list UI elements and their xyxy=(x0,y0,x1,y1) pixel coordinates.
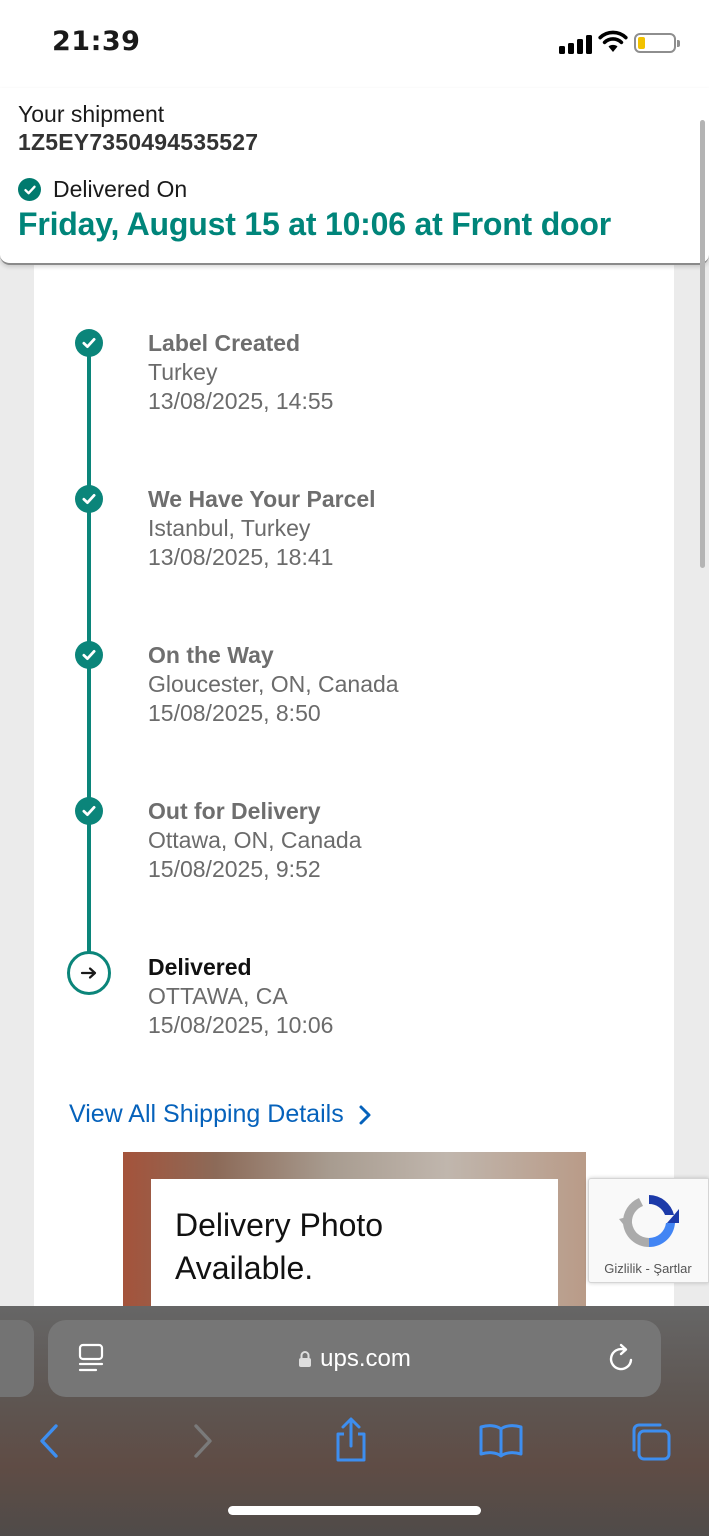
step-check-icon xyxy=(75,329,103,357)
delivered-status-row: Delivered On xyxy=(18,176,187,203)
shipment-header: Your shipment 1Z5EY7350494535527 Deliver… xyxy=(0,88,709,265)
step-datetime: 15/08/2025, 8:50 xyxy=(148,700,321,726)
check-circle-icon xyxy=(18,178,41,201)
timeline-step: Label Created Turkey 13/08/2025, 14:55 xyxy=(148,329,333,416)
address-bar[interactable]: ups.com xyxy=(48,1320,661,1397)
step-location: Ottawa, ON, Canada xyxy=(148,827,362,853)
share-icon[interactable] xyxy=(332,1416,370,1464)
wifi-icon xyxy=(598,30,628,52)
delivered-on-label: Delivered On xyxy=(53,176,188,202)
step-datetime: 13/08/2025, 18:41 xyxy=(148,544,334,570)
status-time: 21:39 xyxy=(52,26,141,57)
timeline-step: We Have Your Parcel Istanbul, Turkey 13/… xyxy=(148,485,376,572)
step-datetime: 15/08/2025, 9:52 xyxy=(148,856,321,882)
step-datetime: 13/08/2025, 14:55 xyxy=(148,388,334,414)
home-indicator[interactable] xyxy=(228,1506,481,1515)
url-display[interactable]: ups.com xyxy=(48,1320,661,1397)
lock-icon xyxy=(299,1350,312,1367)
reload-icon[interactable] xyxy=(607,1342,637,1374)
delivery-photo[interactable]: Delivery Photo Available. xyxy=(123,1152,586,1312)
recaptcha-logo-icon xyxy=(619,1195,679,1248)
step-arrow-icon xyxy=(67,951,111,995)
step-check-icon xyxy=(75,641,103,669)
view-all-label: View All Shipping Details xyxy=(69,1100,344,1128)
battery-icon xyxy=(634,33,680,53)
timeline-step: Out for Delivery Ottawa, ON, Canada 15/0… xyxy=(148,797,362,884)
step-check-icon xyxy=(75,485,103,513)
step-title: We Have Your Parcel xyxy=(148,486,376,512)
forward-icon[interactable] xyxy=(190,1423,216,1459)
timeline-step-current: Delivered OTTAWA, CA 15/08/2025, 10:06 xyxy=(148,953,333,1040)
shipment-label: Your shipment xyxy=(18,101,165,127)
recaptcha-privacy-terms[interactable]: Gizlilik - Şartlar xyxy=(589,1261,707,1276)
recaptcha-badge[interactable]: Gizlilik - Şartlar xyxy=(588,1178,709,1283)
delivery-photo-text: Delivery Photo Available. xyxy=(175,1207,384,1286)
cellular-signal-icon xyxy=(559,34,593,54)
step-title: Out for Delivery xyxy=(148,798,321,824)
step-location: Gloucester, ON, Canada xyxy=(148,671,399,697)
status-bar: 21:39 xyxy=(0,0,709,88)
delivered-detail: Friday, August 15 at 10:06 at Front door xyxy=(18,206,611,242)
url-text: ups.com xyxy=(320,1344,411,1372)
step-title: Delivered xyxy=(148,954,252,980)
step-title: On the Way xyxy=(148,642,274,668)
bookmarks-icon[interactable] xyxy=(478,1422,524,1458)
step-location: Turkey xyxy=(148,359,218,385)
tabs-icon[interactable] xyxy=(630,1422,672,1462)
chevron-right-icon xyxy=(359,1105,371,1124)
step-location: Istanbul, Turkey xyxy=(148,515,311,541)
timeline-step: On the Way Gloucester, ON, Canada 15/08/… xyxy=(148,641,399,728)
step-title: Label Created xyxy=(148,330,301,356)
back-icon[interactable] xyxy=(36,1423,62,1459)
step-location: OTTAWA, CA xyxy=(148,983,288,1009)
page-scrollbar[interactable] xyxy=(700,120,705,568)
view-all-shipping-details-link[interactable]: View All Shipping Details xyxy=(69,1100,372,1129)
tracking-number: 1Z5EY7350494535527 xyxy=(18,129,259,155)
step-datetime: 15/08/2025, 10:06 xyxy=(148,1012,334,1038)
browser-bottom-bar: ups.com xyxy=(0,1306,709,1536)
step-check-icon xyxy=(75,797,103,825)
previous-tab-peek[interactable] xyxy=(0,1320,34,1397)
